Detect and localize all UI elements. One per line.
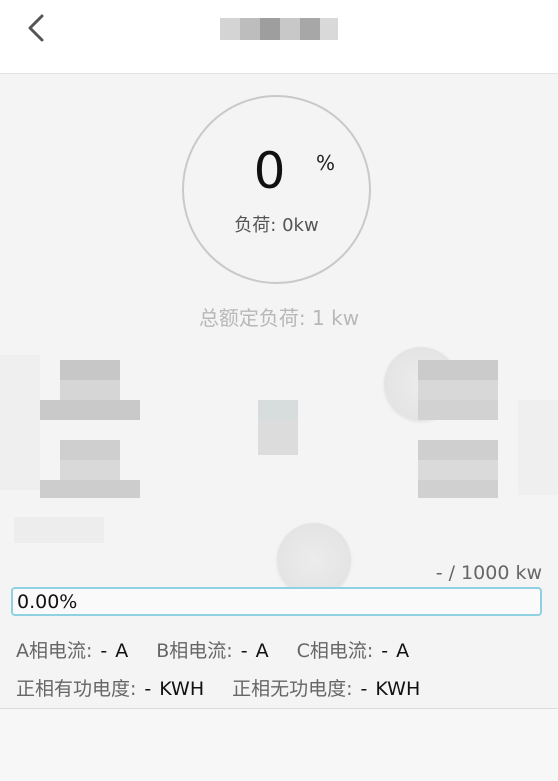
active-energy: 正相有功电度: - KWH	[16, 674, 204, 701]
phase-a-current-unit: A	[115, 640, 129, 662]
load-percent-unit: %	[316, 151, 336, 175]
back-button[interactable]	[16, 10, 56, 46]
redacted-stat-left	[0, 345, 150, 500]
reactive-energy-label: 正相无功电度:	[232, 678, 353, 700]
phase-a-current: A相电流: - A	[16, 636, 128, 663]
phase-b-current-value: -	[240, 640, 248, 662]
redacted-stat-right	[418, 355, 558, 505]
bottom-area	[0, 709, 558, 781]
reactive-energy: 正相无功电度: - KWH	[232, 674, 420, 701]
phase-currents-row: A相电流: - A B相电流: - A C相电流: - A	[16, 636, 437, 663]
energy-row: 正相有功电度: - KWH 正相无功电度: - KWH	[16, 674, 448, 701]
app-header	[0, 0, 558, 74]
reactive-energy-unit: KWH	[375, 678, 421, 700]
current-load-label: 负荷: 0kw	[234, 215, 319, 236]
redacted-stat-middle	[258, 395, 300, 460]
phase-c-current: C相电流: - A	[297, 636, 410, 663]
phase-b-current-unit: A	[255, 640, 269, 662]
active-energy-unit: KWH	[159, 678, 205, 700]
phase-b-current-label: B相电流:	[156, 640, 233, 662]
phase-a-current-value: -	[100, 640, 108, 662]
phase-c-current-value: -	[381, 640, 389, 662]
rated-load-text: 总额定负荷: 1 kw	[198, 306, 360, 330]
load-percent-text: 0.00%	[17, 590, 78, 613]
chevron-left-icon	[28, 14, 44, 42]
page-title-redacted	[220, 18, 338, 40]
active-energy-value: -	[144, 678, 152, 700]
phase-c-current-label: C相电流:	[296, 640, 374, 662]
touch-highlight-2	[277, 523, 351, 597]
phase-c-current-unit: A	[396, 640, 410, 662]
max-load-text: - / 1000 kw	[435, 562, 542, 584]
redacted-caption	[14, 517, 104, 543]
phase-b-current: B相电流: - A	[156, 636, 268, 663]
load-percent-field[interactable]: 0.00%	[11, 587, 542, 616]
active-energy-label: 正相有功电度:	[16, 678, 137, 700]
phase-a-current-label: A相电流:	[16, 640, 93, 662]
reactive-energy-value: -	[360, 678, 368, 700]
load-gauge: 0 % 负荷: 0kw	[182, 95, 371, 284]
